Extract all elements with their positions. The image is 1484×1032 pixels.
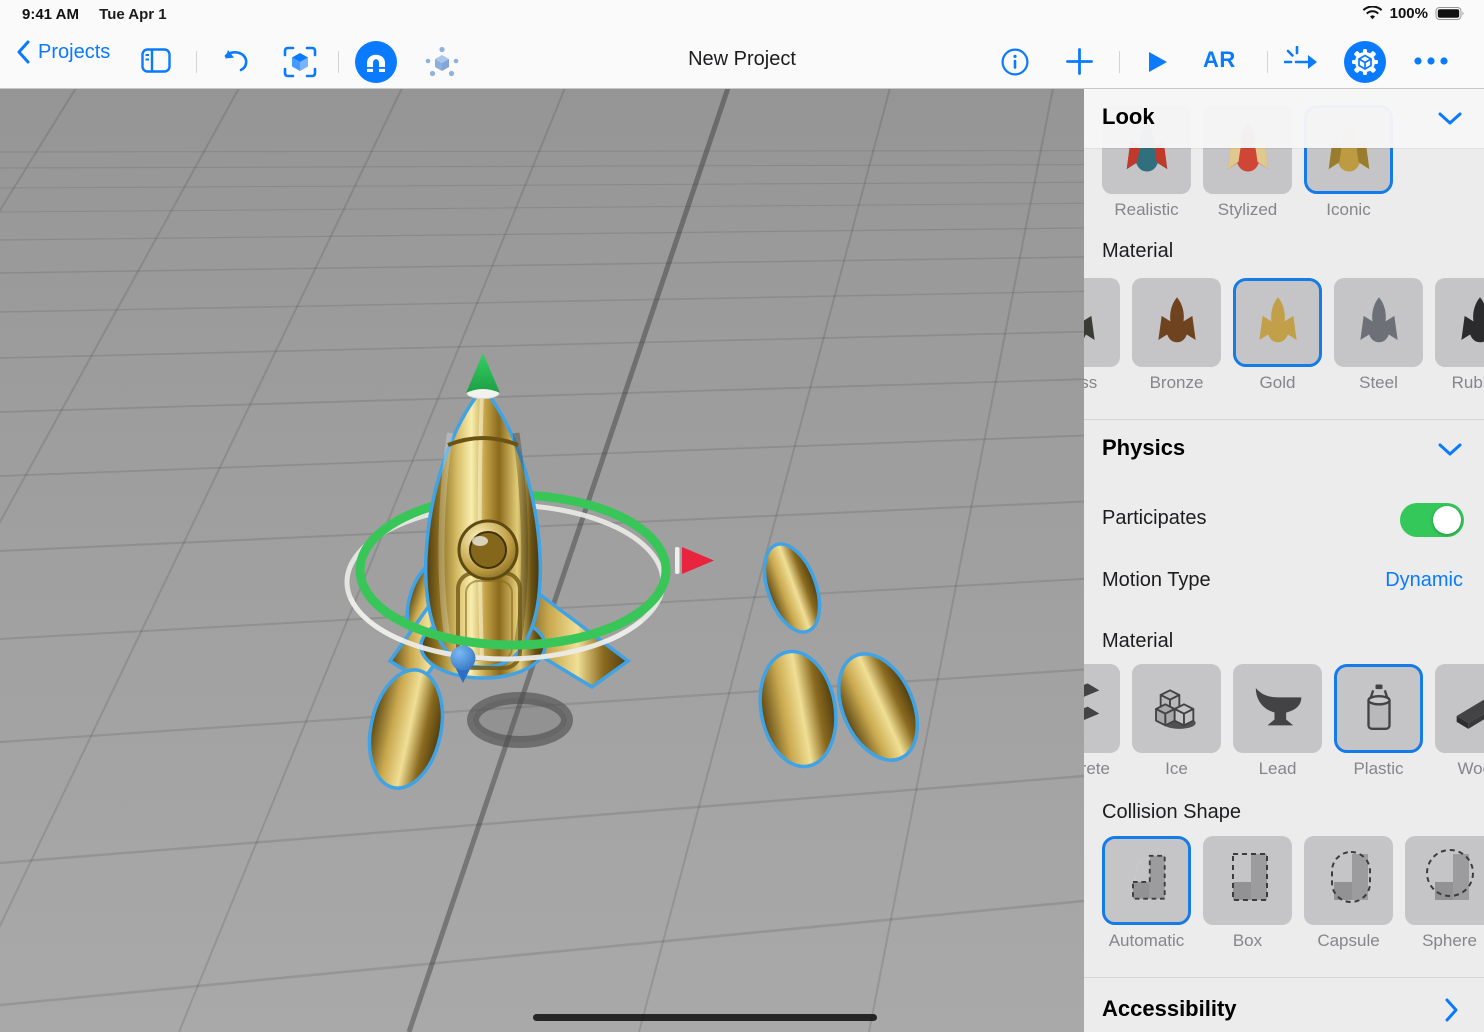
participates-toggle[interactable] <box>1400 503 1464 537</box>
info-icon <box>1001 48 1029 76</box>
collision-sphere[interactable]: Sphere <box>1405 836 1484 951</box>
chevron-down-icon[interactable] <box>1438 443 1462 456</box>
ar-label: AR <box>1203 47 1236 73</box>
physics-material-wood[interactable]: Wood <box>1435 664 1484 779</box>
material-glass[interactable]: Glass <box>1084 278 1120 393</box>
toolbar-divider <box>1119 51 1120 73</box>
physics-material-plastic[interactable]: Plastic <box>1334 664 1423 779</box>
look-title: Look <box>1102 104 1155 130</box>
ar-button[interactable]: AR <box>1203 47 1236 73</box>
status-date: Tue Apr 1 <box>99 6 167 23</box>
collision-capsule[interactable]: Capsule <box>1304 836 1393 951</box>
plastic-bottle-icon <box>1351 681 1407 737</box>
more-ellipsis-icon <box>1413 56 1449 66</box>
collision-automatic[interactable]: Automatic <box>1102 836 1191 951</box>
material-steel[interactable]: Steel <box>1334 278 1423 393</box>
collision-shape-row: Automatic Box Capsule <box>1084 836 1484 951</box>
material-gold[interactable]: Gold <box>1233 278 1322 393</box>
look-material-row: Glass Bronze Gold Steel Rubber <box>1084 278 1484 393</box>
add-object-button[interactable] <box>1066 48 1093 75</box>
collision-box-icon <box>1203 836 1292 925</box>
physics-material-row: Concrete Ice Lead <box>1084 664 1484 779</box>
collision-shape-label: Collision Shape <box>1102 801 1241 824</box>
wifi-icon <box>1362 6 1383 21</box>
ground-shadow <box>473 698 567 742</box>
physics-material-lead[interactable]: Lead <box>1233 664 1322 779</box>
collision-automatic-icon <box>1105 836 1188 925</box>
selected-object-rocket[interactable] <box>330 341 950 841</box>
wood-plank-icon <box>1452 681 1484 737</box>
status-bar-right: 100% <box>1362 5 1466 22</box>
collision-box[interactable]: Box <box>1203 836 1292 951</box>
behaviors-send-icon <box>1284 46 1318 78</box>
chevron-down-icon[interactable] <box>1438 112 1462 125</box>
toggle-knob <box>1433 506 1461 534</box>
more-button[interactable] <box>1413 56 1449 66</box>
concrete-beam-icon <box>1084 681 1104 737</box>
object-settings-button[interactable] <box>1344 41 1386 83</box>
info-button[interactable] <box>1001 48 1029 76</box>
play-button[interactable] <box>1147 50 1169 74</box>
reality-composer-app: 9:41 AM Tue Apr 1 100% Projects <box>0 0 1484 1032</box>
ice-cubes-icon <box>1149 681 1205 737</box>
look-material-label: Material <box>1102 240 1173 263</box>
material-bronze[interactable]: Bronze <box>1132 278 1221 393</box>
participates-label: Participates <box>1102 507 1207 530</box>
object-settings-icon <box>1344 41 1386 83</box>
collision-capsule-icon <box>1304 836 1393 925</box>
chevron-right-icon[interactable] <box>1445 998 1458 1022</box>
physics-material-ice[interactable]: Ice <box>1132 664 1221 779</box>
section-divider <box>1084 419 1484 420</box>
add-icon <box>1066 48 1093 75</box>
flag-handle-red[interactable] <box>675 547 714 574</box>
top-bar: 9:41 AM Tue Apr 1 100% Projects <box>0 0 1484 89</box>
top-handle-green[interactable] <box>466 353 500 393</box>
battery-icon <box>1435 6 1466 21</box>
status-time: 9:41 AM <box>22 6 79 23</box>
home-indicator[interactable] <box>533 1014 877 1021</box>
physics-material-concrete[interactable]: Concrete <box>1084 664 1120 779</box>
motion-type-label: Motion Type <box>1102 569 1211 592</box>
look-section-header[interactable]: Look <box>1084 88 1484 148</box>
motion-type-value[interactable]: Dynamic <box>1385 569 1463 592</box>
material-rubber[interactable]: Rubber <box>1435 278 1484 393</box>
play-icon <box>1147 50 1169 74</box>
scene-viewport[interactable] <box>0 88 1084 1032</box>
page-title: New Project <box>0 48 1484 71</box>
collision-sphere-icon <box>1405 836 1484 925</box>
lead-anvil-icon <box>1250 681 1306 737</box>
toolbar-divider <box>1267 51 1268 73</box>
battery-percent: 100% <box>1390 5 1428 22</box>
physics-title: Physics <box>1102 435 1185 461</box>
section-divider <box>1084 977 1484 978</box>
behaviors-button[interactable] <box>1284 46 1318 78</box>
accessibility-title: Accessibility <box>1102 996 1237 1022</box>
inspector-panel: Realistic Stylized Iconic Look <box>1084 88 1484 1032</box>
status-bar-left: 9:41 AM Tue Apr 1 <box>22 6 167 23</box>
physics-material-label: Material <box>1102 630 1173 653</box>
